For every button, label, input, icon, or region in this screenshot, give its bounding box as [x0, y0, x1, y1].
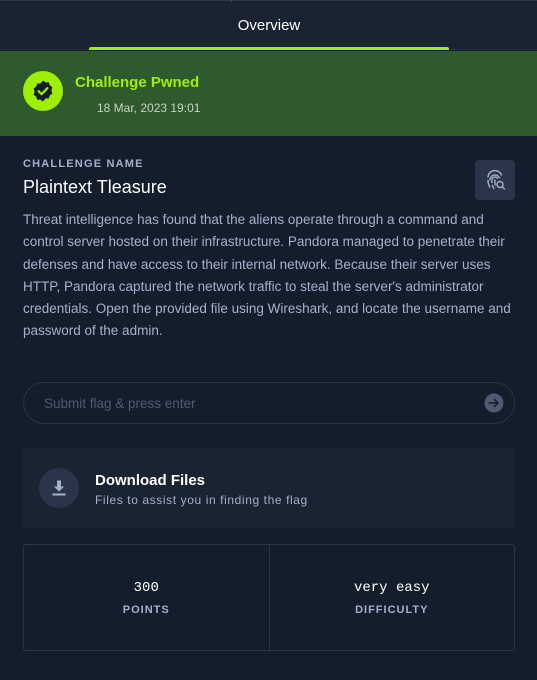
- points-stat: 300 POINTS: [24, 545, 269, 650]
- challenge-name-label: CHALLENGE NAME: [23, 158, 144, 170]
- download-files-button[interactable]: Download Files Files to assist you in fi…: [23, 448, 515, 528]
- challenge-name: Plaintext Tleasure: [23, 177, 167, 197]
- flag-input-container: [23, 382, 515, 424]
- download-title: Download Files: [95, 472, 206, 489]
- challenge-stats: 300 POINTS very easy DIFFICULTY: [23, 544, 515, 651]
- download-icon: [39, 468, 79, 508]
- pwned-banner: Challenge Pwned 18 Mar, 2023 19:01: [0, 51, 537, 136]
- difficulty-value: very easy: [353, 579, 430, 596]
- download-subtitle: Files to assist you in finding the flag: [95, 493, 308, 507]
- difficulty-label: DIFFICULTY: [355, 603, 429, 616]
- pwned-timestamp: 18 Mar, 2023 19:01: [97, 101, 201, 115]
- pwned-title: Challenge Pwned: [75, 74, 200, 91]
- tab-overview-label: Overview: [237, 16, 301, 34]
- tab-bar: Overview: [0, 0, 537, 50]
- active-tab-indicator: [89, 47, 449, 50]
- difficulty-stat: very easy DIFFICULTY: [268, 545, 515, 650]
- fingerprint-search-icon: [487, 169, 506, 190]
- verified-check-icon: [23, 71, 63, 111]
- tab-overview[interactable]: Overview: [89, 0, 449, 50]
- points-value: 300: [133, 579, 159, 596]
- challenge-description: Threat intelligence has found that the a…: [23, 212, 511, 339]
- points-label: POINTS: [122, 603, 170, 616]
- flag-input[interactable]: [24, 383, 464, 423]
- writeup-button[interactable]: [475, 160, 515, 200]
- arrow-right-circle-icon[interactable]: [484, 393, 504, 413]
